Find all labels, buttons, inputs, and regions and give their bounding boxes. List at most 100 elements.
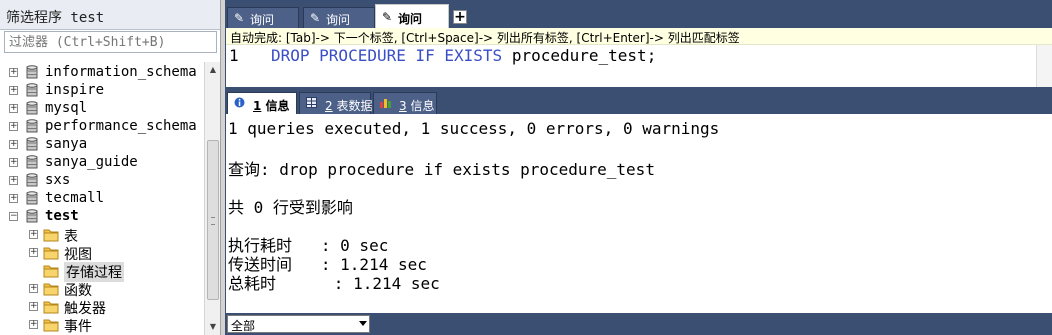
tab-query-1[interactable]: ✎ 询问 [227, 7, 299, 28]
result-output: 1 queries executed, 1 success, 0 errors,… [226, 114, 1052, 313]
info-icon [234, 97, 245, 108]
filter-input[interactable] [4, 31, 217, 53]
folder-icon [43, 247, 59, 260]
expand-icon[interactable]: + [9, 158, 18, 167]
tree-item-folder[interactable]: + 表 [0, 226, 204, 245]
line-number: 1 [229, 46, 239, 65]
query-tab-icon: ✎ [310, 11, 321, 25]
scroll-thumb[interactable] [207, 140, 219, 300]
bottom-bar: 全部 [225, 313, 1052, 335]
sql-identifier: procedure_test [511, 46, 647, 65]
output-affected: 共 0 行受到影响 [228, 198, 353, 217]
expand-icon[interactable]: + [9, 176, 18, 185]
tree-item-database[interactable]: + mysql [0, 100, 204, 118]
tree-item-label: 视图 [64, 247, 92, 263]
folder-icon [43, 229, 59, 242]
expand-icon[interactable]: + [9, 86, 18, 95]
tree-item-label: mysql [45, 100, 88, 116]
tree-item-database[interactable]: − test [0, 208, 204, 226]
tree-item-folder[interactable]: + 事件 [0, 316, 204, 335]
database-icon [26, 191, 38, 205]
database-icon [26, 209, 38, 223]
scroll-down-arrow-icon[interactable]: ▼ [205, 319, 221, 335]
object-browser: 筛选程序 test + information_schema + inspire + my… [0, 0, 221, 335]
expand-icon[interactable]: + [9, 140, 18, 149]
filter-title-bar: 筛选程序 test [0, 0, 220, 30]
tree-item-database[interactable]: + tecmall [0, 190, 204, 208]
chevron-down-icon [359, 321, 367, 326]
result-filter-value: 全部 [231, 319, 256, 333]
folder-icon [43, 265, 59, 278]
output-total-time: 总耗时 : 1.214 sec [228, 274, 440, 293]
collapse-icon[interactable]: − [9, 212, 18, 221]
tree-item-label: sanya [45, 136, 88, 152]
scroll-grip-icon [211, 217, 215, 225]
folder-icon [43, 319, 59, 332]
tree-item-label: inspire [45, 82, 105, 98]
database-icon [26, 83, 38, 97]
editor-tabs: ✎ 询问 ✎ 询问 ✎ 询问 + [225, 4, 1052, 28]
result-tabs: 1 信息 2 表数据 3 信息 [225, 91, 1052, 114]
tree-item-database[interactable]: + sanya [0, 136, 204, 154]
scroll-up-arrow-icon[interactable]: ▲ [205, 62, 221, 78]
tree-item-label: sxs [45, 172, 71, 188]
editor-scrollbar[interactable] [1036, 45, 1052, 87]
tab-result-info[interactable]: 1 信息 [227, 92, 297, 114]
database-icon [26, 155, 38, 169]
tree-item-folder[interactable]: + 函数 [0, 280, 204, 299]
code-area[interactable]: 1 DROP PROCEDURE IF EXISTS procedure_tes… [226, 45, 1036, 87]
expand-icon[interactable]: + [29, 302, 38, 311]
database-icon [26, 173, 38, 187]
tree-item-folder[interactable]: 存储过程 [0, 262, 204, 282]
expand-icon[interactable]: + [9, 104, 18, 113]
autocomplete-hint: 自动完成: [Tab]-> 下一个标签, [Ctrl+Space]-> 列出所有… [226, 28, 1052, 45]
sql-statement: DROP PROCEDURE IF EXISTS procedure_test; [271, 46, 656, 65]
tree-item-label: sanya_guide [45, 154, 138, 170]
tree-item-database[interactable]: + sxs [0, 172, 204, 190]
tree-item-label: 存储过程 [64, 262, 124, 282]
tree-item-database[interactable]: + sanya_guide [0, 154, 204, 172]
expand-icon[interactable]: + [29, 284, 38, 293]
filter-title: 筛选程序 test [6, 10, 105, 26]
output-query: 查询: drop procedure if exists procedure_t… [228, 160, 655, 179]
database-icon [26, 101, 38, 115]
tab-result-label: 2 表数据 [325, 99, 373, 113]
expand-icon[interactable]: + [29, 230, 38, 239]
tab-label: 询问 [398, 12, 423, 26]
tree-item-label: 触发器 [64, 301, 106, 317]
tab-query-3[interactable]: ✎ 询问 [375, 4, 449, 28]
query-editor[interactable]: 自动完成: [Tab]-> 下一个标签, [Ctrl+Space]-> 列出所有… [226, 28, 1052, 87]
tree-item-database[interactable]: + inspire [0, 82, 204, 100]
output-summary: 1 queries executed, 1 success, 0 errors,… [228, 119, 720, 138]
expand-icon[interactable]: + [29, 320, 38, 329]
tree-item-folder[interactable]: + 触发器 [0, 298, 204, 317]
tab-result-table[interactable]: 2 表数据 [299, 92, 373, 114]
table-icon [306, 97, 317, 108]
expand-icon[interactable]: + [9, 122, 18, 131]
result-filter-select[interactable]: 全部 [227, 315, 370, 333]
object-tree: + information_schema + inspire + mysql + perfor… [0, 62, 204, 335]
expand-icon[interactable]: + [9, 68, 18, 77]
database-icon [26, 137, 38, 151]
database-icon [26, 119, 38, 133]
tab-label: 询问 [326, 13, 351, 27]
tab-result-label: 3 信息 [399, 99, 435, 113]
tree-scrollbar[interactable]: ▲ ▼ [204, 62, 220, 335]
tree-item-label: information_schema [45, 64, 197, 80]
tree-item-folder[interactable]: + 视图 [0, 244, 204, 263]
tab-label: 询问 [250, 13, 275, 27]
tree-item-label: test [45, 208, 79, 224]
add-tab-button[interactable]: + [453, 10, 467, 24]
expand-icon[interactable]: + [9, 194, 18, 203]
tab-result-stats[interactable]: 3 信息 [373, 92, 437, 114]
folder-icon [43, 283, 59, 296]
tree-item-database[interactable]: + performance_schema [0, 118, 204, 136]
tree-item-database[interactable]: + information_schema [0, 64, 204, 82]
expand-icon[interactable]: + [29, 248, 38, 257]
sql-terminator: ; [646, 46, 657, 65]
tab-query-2[interactable]: ✎ 询问 [303, 7, 375, 28]
database-icon [26, 65, 38, 79]
sql-keywords: DROP PROCEDURE IF EXISTS [271, 46, 512, 65]
stats-icon [380, 99, 391, 108]
main-area: ✎ 询问 ✎ 询问 ✎ 询问 + 自动完成: [Tab]-> 下一个标签, [C… [225, 0, 1052, 335]
